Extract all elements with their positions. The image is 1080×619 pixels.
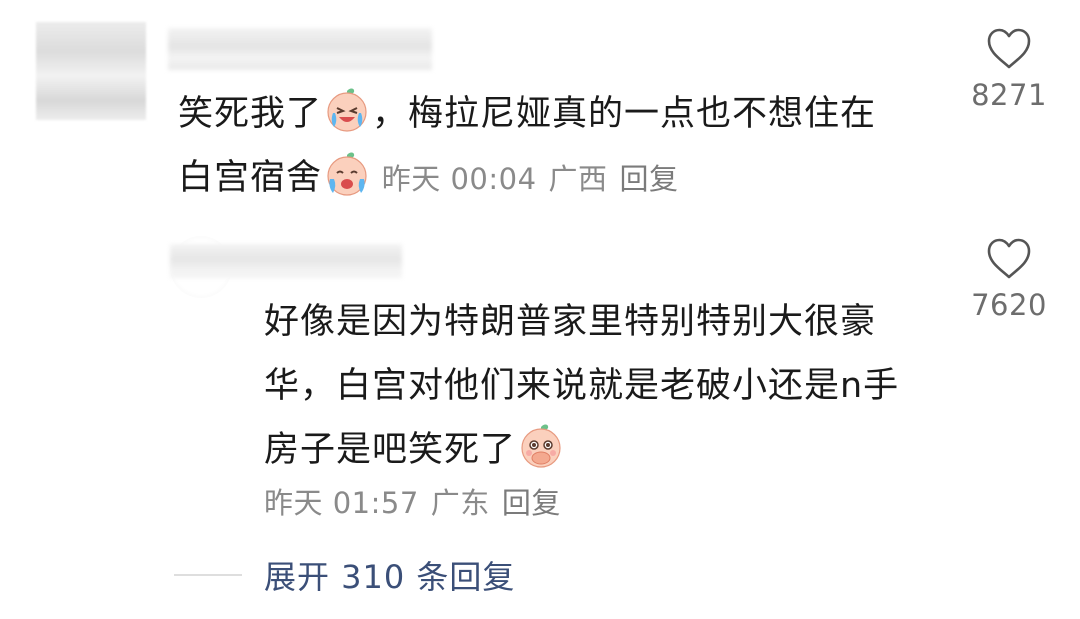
like-count: 7620: [971, 288, 1047, 322]
like-button[interactable]: 8271: [964, 28, 1054, 112]
comment-body: 笑死我了 ，梅拉尼娅真的一点也不想住在 白宫宿舍 昨天 00:04 广西 回复: [178, 82, 938, 211]
reply-button[interactable]: 回复: [502, 486, 561, 520]
divider: [174, 574, 242, 576]
avatar[interactable]: [36, 22, 146, 120]
like-button[interactable]: 7620: [964, 238, 1054, 322]
reply-text: 好像是因为特朗普家里特别特别大很豪华，白宫对他们来说就是老破小还是n手房子是吧笑…: [264, 302, 900, 470]
reply-button[interactable]: 回复: [620, 162, 679, 196]
reply-time: 昨天 01:57: [264, 486, 419, 520]
heart-outline-icon[interactable]: [986, 28, 1032, 70]
comment-time: 昨天 00:04: [381, 162, 537, 196]
reply-body: 好像是因为特朗普家里特别特别大很豪华，白宫对他们来说就是老破小还是n手房子是吧笑…: [264, 290, 924, 482]
comment-location: 广西: [548, 162, 608, 196]
comment-meta: 昨天 00:04 广西 回复: [372, 162, 691, 196]
expand-replies-label[interactable]: 展开 310 条回复: [264, 552, 515, 598]
username-blurred[interactable]: [170, 244, 402, 278]
like-count: 8271: [971, 78, 1047, 112]
heart-outline-icon[interactable]: [986, 238, 1032, 280]
reply-meta: 昨天 01:57 广东 回复: [264, 480, 573, 522]
comment-text-part2: ，梅拉尼娅真的一点也不想住在: [372, 94, 877, 134]
username-blurred[interactable]: [168, 28, 432, 70]
crying-laugh-emoji-icon: [327, 152, 367, 196]
comment-thread: 笑死我了 ，梅拉尼娅真的一点也不想住在 白宫宿舍 昨天 00:04广西回复: [0, 0, 1080, 619]
covering-mouth-emoji-icon: [521, 424, 561, 468]
comment-text-part1: 笑死我了: [178, 94, 323, 134]
comment-text-part3: 白宫宿舍: [178, 158, 323, 198]
reply-location: 广东: [430, 486, 490, 520]
crying-laugh-emoji-icon: [327, 88, 367, 132]
expand-replies[interactable]: 展开 310 条回复: [174, 552, 515, 598]
